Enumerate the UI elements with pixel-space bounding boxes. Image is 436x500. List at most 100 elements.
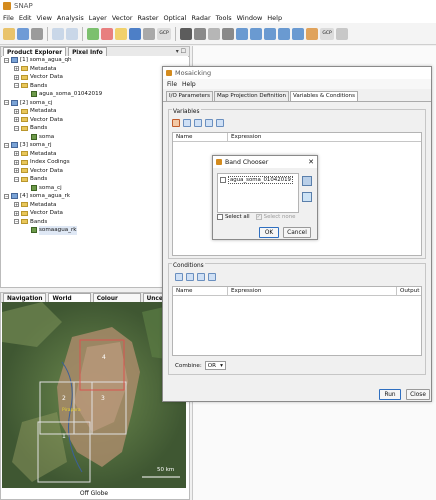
rgb-image-icon[interactable] [115, 27, 127, 40]
tree-node[interactable]: + Metadata [2, 201, 188, 210]
panel-controls-icon[interactable]: ▾ ☐ [176, 48, 189, 55]
draw-rectangle-icon[interactable] [264, 27, 276, 40]
menu-edit[interactable]: Edit [19, 14, 32, 22]
expand-toggle-icon[interactable]: + [14, 151, 19, 157]
expand-toggle-icon[interactable]: + [14, 168, 19, 174]
expand-toggle-icon[interactable]: − [14, 176, 19, 182]
tree-node[interactable]: − [2] soma_cj [2, 99, 188, 108]
tab-map-projection[interactable]: Map Projection Definition [214, 91, 289, 101]
tree-node[interactable]: agua_soma_01042019 [2, 90, 188, 99]
draw-line-icon[interactable] [236, 27, 248, 40]
expand-toggle-icon[interactable]: + [14, 117, 19, 123]
pan-tool-icon[interactable] [194, 27, 206, 40]
draw-polygon-icon[interactable] [278, 27, 290, 40]
menu-window[interactable]: Window [237, 14, 263, 22]
expand-toggle-icon[interactable]: − [14, 125, 19, 131]
conditions-table[interactable]: Name Expression Output [172, 286, 422, 356]
tree-node[interactable]: − Bands [2, 218, 188, 227]
menu-optical[interactable]: Optical [164, 14, 187, 22]
select-all-checkbox[interactable] [217, 214, 223, 220]
tree-node[interactable]: − Bands [2, 175, 188, 184]
close-product-icon[interactable] [31, 27, 43, 40]
menu-layer[interactable]: Layer [89, 14, 107, 22]
menu-radar[interactable]: Radar [191, 14, 210, 22]
undo-icon[interactable] [52, 27, 64, 40]
expand-toggle-icon[interactable]: + [14, 202, 19, 208]
tree-node[interactable]: − Bands [2, 124, 188, 133]
expand-toggle-icon[interactable]: + [14, 159, 19, 165]
draw-ellipse-icon[interactable] [292, 27, 304, 40]
import-bands-icon[interactable] [302, 192, 312, 202]
tree-node[interactable]: + Index Codings [2, 158, 188, 167]
expand-toggle-icon[interactable]: + [14, 74, 19, 80]
spectrum-icon[interactable] [101, 27, 113, 40]
export-bands-icon[interactable] [302, 176, 312, 186]
menu-vector[interactable]: Vector [112, 14, 133, 22]
tree-node[interactable]: + Metadata [2, 65, 188, 74]
expand-toggle-icon[interactable]: + [14, 66, 19, 72]
tab-io-parameters[interactable]: I/O Parameters [166, 91, 214, 101]
range-finder-icon[interactable] [222, 27, 234, 40]
magic-wand-icon[interactable] [336, 27, 348, 40]
cond-col-expression[interactable]: Expression [228, 287, 397, 295]
cond-col-output[interactable]: Output [397, 287, 421, 295]
tree-node[interactable]: − Bands [2, 82, 188, 91]
expand-toggle-icon[interactable]: + [14, 210, 19, 216]
band-checkbox[interactable] [220, 177, 226, 183]
mosaic-menu-file[interactable]: File [167, 81, 177, 88]
tree-node[interactable]: − [1] soma_agua_qh [2, 56, 188, 65]
expand-toggle-icon[interactable]: − [4, 193, 9, 199]
pin-manager-icon[interactable] [143, 27, 155, 40]
move-up-icon[interactable] [205, 119, 213, 127]
band-list-item[interactable]: agua_soma_01042019 [218, 174, 298, 186]
choose-bands-icon[interactable] [172, 119, 180, 127]
menu-view[interactable]: View [36, 14, 51, 22]
tree-node[interactable]: somaagua_rk [2, 226, 188, 235]
tree-node[interactable]: − [4] soma_agua_rk [2, 192, 188, 201]
col-name[interactable]: Name [173, 133, 228, 141]
combine-select[interactable]: OR ▾ [204, 361, 226, 370]
tree-node[interactable]: − [3] soma_rj [2, 141, 188, 150]
band-list[interactable]: agua_soma_01042019 [217, 173, 299, 213]
pin-tool-icon[interactable] [306, 27, 318, 40]
tree-node[interactable]: soma [2, 133, 188, 142]
close-icon[interactable]: ✕ [308, 158, 317, 166]
gcp-tool-icon[interactable]: GCP [320, 27, 334, 40]
mosaic-menu-help[interactable]: Help [182, 81, 196, 88]
tree-node[interactable]: + Metadata [2, 150, 188, 159]
world-map-view[interactable]: 4 2 3 1 Pirapora 50 km [2, 302, 186, 488]
expand-toggle-icon[interactable]: − [14, 83, 19, 89]
tree-node[interactable]: + Vector Data [2, 116, 188, 125]
tab-product-explorer[interactable]: Product Explorer [3, 46, 67, 57]
menu-analysis[interactable]: Analysis [57, 14, 84, 22]
remove-variable-icon[interactable] [194, 119, 202, 127]
cond-col-name[interactable]: Name [173, 287, 228, 295]
tree-node[interactable]: + Vector Data [2, 209, 188, 218]
expand-toggle-icon[interactable]: − [4, 57, 9, 63]
tab-pixel-info[interactable]: Pixel Info [68, 46, 107, 57]
draw-polyline-icon[interactable] [250, 27, 262, 40]
menu-raster[interactable]: Raster [138, 14, 159, 22]
redo-icon[interactable] [66, 27, 78, 40]
run-button[interactable]: Run [379, 389, 401, 400]
select-none-checkbox[interactable]: ✓ [255, 214, 262, 220]
tab-colour-manipulation[interactable]: Colour Manie [92, 292, 141, 312]
world-map-icon[interactable] [129, 27, 141, 40]
select-tool-icon[interactable] [180, 27, 192, 40]
condition-up-icon[interactable] [197, 273, 205, 281]
move-down-icon[interactable] [216, 119, 224, 127]
close-button[interactable]: Close [406, 389, 430, 400]
add-variable-icon[interactable] [183, 119, 191, 127]
condition-down-icon[interactable] [208, 273, 216, 281]
zoom-tool-icon[interactable] [208, 27, 220, 40]
tree-node[interactable]: soma_cj [2, 184, 188, 193]
cancel-button[interactable]: Cancel [283, 227, 311, 238]
col-expression[interactable]: Expression [228, 133, 261, 141]
tree-node[interactable]: + Vector Data [2, 167, 188, 176]
add-condition-icon[interactable] [175, 273, 183, 281]
remove-condition-icon[interactable] [186, 273, 194, 281]
expand-toggle-icon[interactable]: − [4, 142, 9, 148]
expand-toggle-icon[interactable]: − [4, 100, 9, 106]
ok-button[interactable]: OK [259, 227, 279, 238]
tree-node[interactable]: + Metadata [2, 107, 188, 116]
